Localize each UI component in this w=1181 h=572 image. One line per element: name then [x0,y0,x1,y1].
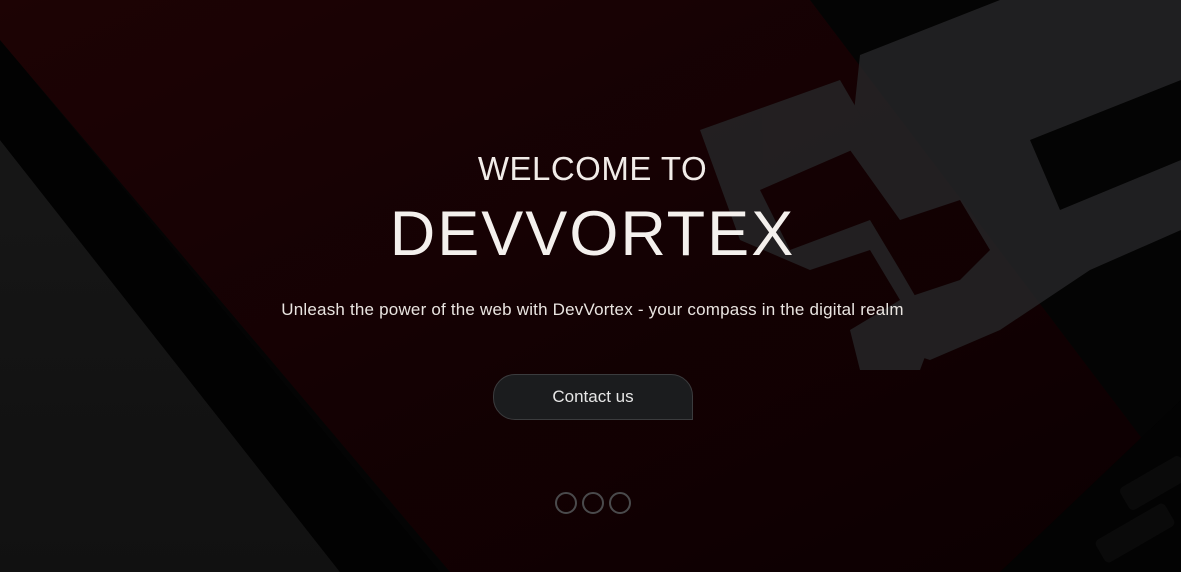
hero-welcome-text: WELCOME TO [477,150,708,187]
hero-tagline: Unleash the power of the web with DevVor… [281,300,904,319]
carousel-indicators [555,492,635,516]
hero-content: WELCOME TO DEVVORTEX Unleash the power o… [0,0,1181,572]
carousel-indicator-3[interactable] [609,492,631,514]
carousel-indicator-2[interactable] [582,492,604,514]
carousel-indicator-1[interactable] [555,492,577,514]
contact-us-button[interactable]: Contact us [493,374,693,420]
hero-section: WELCOME TO DEVVORTEX Unleash the power o… [0,0,1181,572]
hero-brand-title: DEVVORTEX [389,199,796,269]
